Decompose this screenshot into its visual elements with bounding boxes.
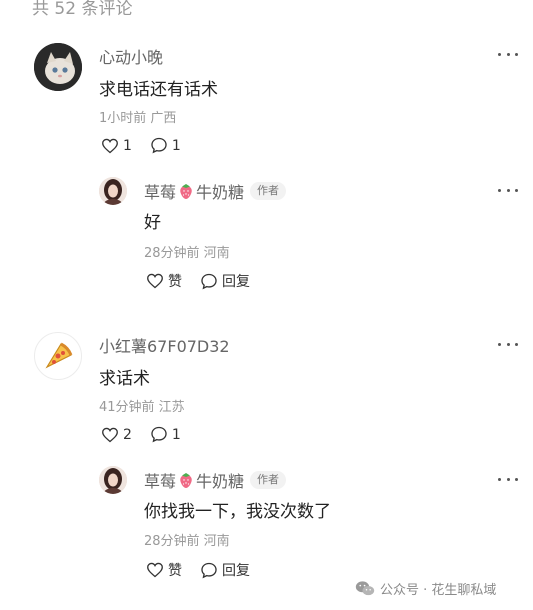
reply-count: 1 xyxy=(171,137,181,154)
reply-actions: 赞 回复 xyxy=(146,271,268,291)
reply-button[interactable]: 1 xyxy=(150,426,181,443)
more-icon[interactable] xyxy=(498,473,518,485)
reply-username[interactable]: 草莓 牛奶糖 作者 xyxy=(144,179,287,203)
comment-icon xyxy=(201,562,217,578)
like-count: 2 xyxy=(123,426,132,443)
heart-icon xyxy=(147,273,163,289)
comment-meta: 41分钟前 江苏 xyxy=(99,400,185,415)
reply-text: 好 xyxy=(144,213,161,233)
comment-icon xyxy=(151,426,167,443)
author-badge: 作者 xyxy=(250,182,287,200)
strawberry-icon xyxy=(180,184,192,199)
comment-text: 求话术 xyxy=(99,369,150,389)
reply-username[interactable]: 草莓 牛奶糖 作者 xyxy=(144,468,287,492)
more-icon[interactable] xyxy=(498,48,518,60)
comment-text: 求电话还有话术 xyxy=(99,80,218,100)
watermark: 公众号 · 花生聊私域 xyxy=(355,579,496,598)
reply-label: 回复 xyxy=(222,563,250,579)
like-label: 赞 xyxy=(168,563,182,579)
heart-icon xyxy=(102,427,118,442)
like-label: 赞 xyxy=(168,274,182,290)
strawberry-icon xyxy=(180,473,192,488)
avatar[interactable] xyxy=(99,177,127,205)
comment-count: 共 52 条评论 xyxy=(32,0,133,19)
like-button[interactable]: 1 xyxy=(101,138,132,154)
reply-meta: 28分钟前 河南 xyxy=(144,246,230,261)
more-icon[interactable] xyxy=(498,338,518,350)
more-icon[interactable] xyxy=(498,184,518,196)
author-badge: 作者 xyxy=(250,471,287,489)
heart-icon xyxy=(147,562,163,578)
reply-label: 回复 xyxy=(222,274,250,290)
reply-button[interactable]: 1 xyxy=(150,137,181,154)
reply-meta: 28分钟前 河南 xyxy=(144,534,230,549)
watermark-text: 公众号 · 花生聊私域 xyxy=(380,583,497,598)
like-button[interactable]: 2 xyxy=(101,427,132,443)
reply-count: 1 xyxy=(171,426,181,443)
comment-actions: 2 1 xyxy=(101,426,199,443)
comment-username[interactable]: 心动小晚 xyxy=(99,44,163,68)
avatar[interactable] xyxy=(34,332,82,380)
like-button[interactable]: 赞 xyxy=(146,560,182,580)
like-count: 1 xyxy=(123,137,132,154)
avatar[interactable] xyxy=(99,466,127,494)
comment-icon xyxy=(201,273,217,289)
reply-actions: 赞 回复 xyxy=(146,560,268,580)
avatar[interactable] xyxy=(34,43,82,91)
heart-icon xyxy=(102,138,118,153)
comment-username[interactable]: 小红薯67F07D32 xyxy=(99,333,230,357)
wechat-icon xyxy=(355,581,375,596)
reply-button[interactable]: 回复 xyxy=(200,560,250,580)
like-button[interactable]: 赞 xyxy=(146,271,182,291)
comment-icon xyxy=(151,137,167,154)
reply-text: 你找我一下，我没次数了 xyxy=(144,502,331,522)
reply-button[interactable]: 回复 xyxy=(200,271,250,291)
comment-meta: 1小时前 广西 xyxy=(99,111,177,126)
comment-actions: 1 1 xyxy=(101,137,199,154)
